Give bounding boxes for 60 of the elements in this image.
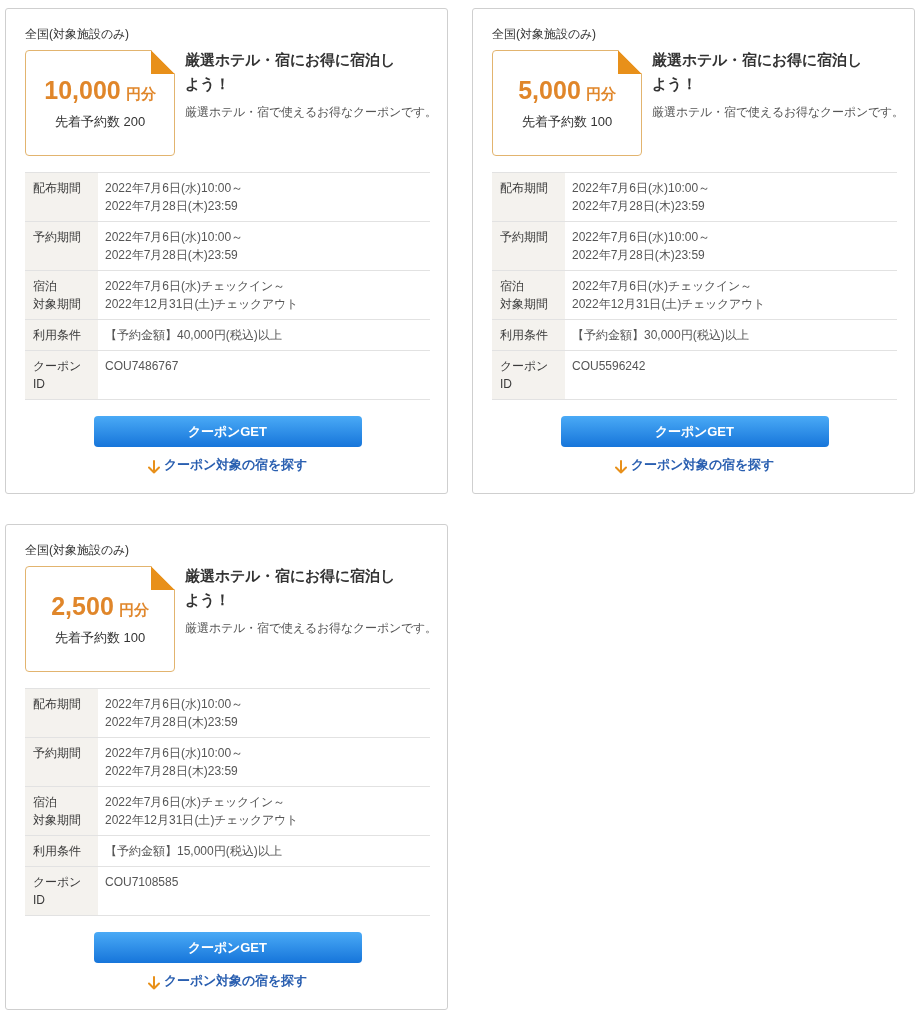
- down-arrow-icon: [148, 976, 160, 990]
- detail-value: 2022年7月6日(水)チェックイン～ 2022年12月31日(土)チェックアウト: [565, 270, 897, 320]
- detail-label: 利用条件: [492, 319, 565, 351]
- quota-text: 先着予約数 200: [54, 112, 146, 131]
- detail-label: クーポン ID: [492, 350, 565, 400]
- quota-text: 先着予約数 100: [54, 628, 146, 647]
- amount-unit: 円分: [118, 599, 149, 620]
- coupon-description: 厳選ホテル・宿で使えるお得なクーポンです。: [185, 620, 437, 637]
- detail-value: 2022年7月6日(水)10:00～ 2022年7月28日(木)23:59: [98, 172, 430, 222]
- coupon-get-button[interactable]: クーポンGET: [93, 416, 362, 447]
- detail-value: 2022年7月6日(水)チェックイン～ 2022年12月31日(土)チェックアウト: [98, 270, 430, 320]
- detail-label: 予約期間: [25, 737, 98, 787]
- coupon-amount: 2,500: [51, 591, 114, 620]
- detail-label: 宿泊 対象期間: [25, 786, 98, 836]
- detail-value: 2022年7月6日(水)10:00～ 2022年7月28日(木)23:59: [98, 737, 430, 787]
- down-arrow-icon: [615, 460, 627, 474]
- detail-value: COU7108585: [98, 866, 430, 916]
- coupon-amount: 10,000: [44, 75, 121, 104]
- detail-value: 【予約金額】30,000円(税込)以上: [565, 319, 897, 351]
- search-hotels-link[interactable]: クーポン対象の宿を探す: [148, 456, 307, 474]
- detail-label: 利用条件: [25, 835, 98, 867]
- coupon-get-button[interactable]: クーポンGET: [560, 416, 829, 447]
- folded-corner-icon: [151, 566, 175, 590]
- amount-unit: 円分: [125, 83, 156, 104]
- detail-label: 宿泊 対象期間: [25, 270, 98, 320]
- coupon-title: 厳選ホテル・宿にお得に宿泊しよう！: [185, 566, 396, 610]
- amount-unit: 円分: [585, 83, 616, 104]
- detail-value: COU5596242: [565, 350, 897, 400]
- coupon-amount: 5,000: [518, 75, 581, 104]
- detail-value: 2022年7月6日(水)10:00～ 2022年7月28日(木)23:59: [565, 172, 897, 222]
- coupon-get-button[interactable]: クーポンGET: [93, 932, 362, 963]
- detail-label: 配布期間: [25, 172, 98, 222]
- detail-label: 配布期間: [492, 172, 565, 222]
- coupon-title: 厳選ホテル・宿にお得に宿泊しよう！: [652, 50, 863, 94]
- coupon-description: 厳選ホテル・宿で使えるお得なクーポンです。: [185, 104, 437, 121]
- coupon-title: 厳選ホテル・宿にお得に宿泊しよう！: [185, 50, 396, 94]
- down-arrow-icon: [148, 460, 160, 474]
- folded-corner-icon: [151, 50, 175, 74]
- detail-label: 予約期間: [25, 221, 98, 271]
- detail-value: 2022年7月6日(水)10:00～ 2022年7月28日(木)23:59: [98, 688, 430, 738]
- search-hotels-link[interactable]: クーポン対象の宿を探す: [615, 456, 774, 474]
- detail-label: クーポン ID: [25, 866, 98, 916]
- detail-label: 宿泊 対象期間: [492, 270, 565, 320]
- detail-value: 2022年7月6日(水)10:00～ 2022年7月28日(木)23:59: [565, 221, 897, 271]
- detail-label: 利用条件: [25, 319, 98, 351]
- region-label: 全国(対象施設のみ): [492, 26, 597, 43]
- region-label: 全国(対象施設のみ): [25, 542, 130, 559]
- coupon-description: 厳選ホテル・宿で使えるお得なクーポンです。: [652, 104, 904, 121]
- folded-corner-icon: [618, 50, 642, 74]
- detail-value: 【予約金額】15,000円(税込)以上: [98, 835, 430, 867]
- detail-label: 配布期間: [25, 688, 98, 738]
- detail-value: 【予約金額】40,000円(税込)以上: [98, 319, 430, 351]
- detail-value: COU7486767: [98, 350, 430, 400]
- detail-value: 2022年7月6日(水)10:00～ 2022年7月28日(木)23:59: [98, 221, 430, 271]
- detail-label: 予約期間: [492, 221, 565, 271]
- quota-text: 先着予約数 100: [521, 112, 613, 131]
- region-label: 全国(対象施設のみ): [25, 26, 130, 43]
- detail-label: クーポン ID: [25, 350, 98, 400]
- search-hotels-link[interactable]: クーポン対象の宿を探す: [148, 972, 307, 990]
- detail-value: 2022年7月6日(水)チェックイン～ 2022年12月31日(土)チェックアウト: [98, 786, 430, 836]
